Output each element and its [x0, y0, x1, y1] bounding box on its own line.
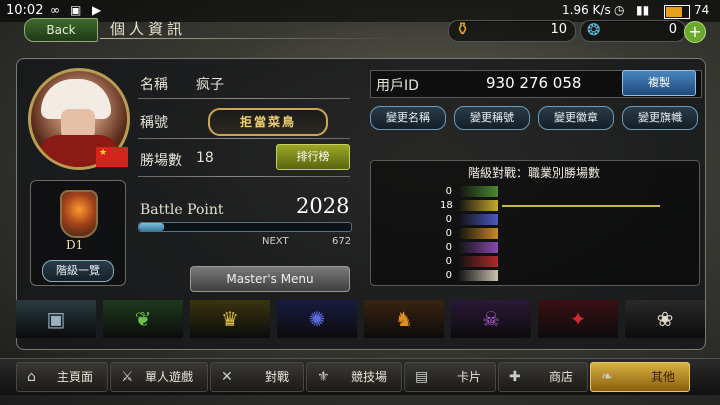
user-id-label: 用戶ID: [376, 78, 419, 94]
skull-icon[interactable]: ☠: [451, 300, 531, 338]
change-title-button[interactable]: 變更稱號: [454, 106, 530, 130]
page-title: 個人資訊: [110, 20, 187, 38]
nav-icon: ⚜: [317, 369, 330, 385]
gold-counter: ⚱ 10: [448, 19, 576, 42]
nav-item[interactable]: ✚ 商店: [498, 362, 588, 392]
alarm-icon: ◷: [614, 3, 625, 17]
back-button[interactable]: Back: [24, 18, 98, 42]
class-icon: [458, 228, 498, 239]
ladder-count: 0: [445, 270, 452, 281]
ladder-title: 階級對戰：職業別勝場數: [467, 166, 600, 180]
nav-label: 單人遊戲: [144, 370, 193, 384]
card-icon[interactable]: ▣: [16, 300, 96, 338]
battery-icon: [664, 5, 690, 19]
bp-label: Battle Point: [140, 202, 224, 218]
masters-menu-button[interactable]: Master's Menu: [190, 266, 350, 292]
status-time: 10:02: [6, 3, 44, 18]
leaf-icon[interactable]: ❦: [103, 300, 183, 338]
nav-label: 其他: [650, 370, 675, 384]
bp-progress-bar: [138, 222, 352, 232]
player-name: 疯子: [196, 77, 224, 93]
grade-list-button[interactable]: 階級一覽: [42, 260, 114, 282]
ladder-row: 0: [440, 270, 696, 282]
bat-icon[interactable]: ✦: [538, 300, 618, 338]
ladder-count: 0: [445, 214, 452, 225]
nav-label: 競技場: [350, 370, 387, 384]
nav-item[interactable]: ⌂ 主頁面: [16, 362, 108, 392]
ladder-row: 0: [440, 242, 696, 254]
change-badge-button[interactable]: 變更徽章: [538, 106, 614, 130]
crystal-value: 0: [668, 22, 677, 37]
class-icon: [458, 242, 498, 253]
add-crystal-button[interactable]: +: [684, 21, 706, 43]
wins-label: 勝場數: [140, 153, 182, 169]
ladder-row: 0: [440, 228, 696, 240]
dragon-icon[interactable]: ♞: [364, 300, 444, 338]
name-label: 名稱: [140, 77, 168, 93]
bp-value: 2028: [296, 194, 350, 218]
nav-item[interactable]: ⚔ 單人遊戲: [110, 362, 208, 392]
leaderboard-button[interactable]: 排行榜: [276, 144, 350, 170]
sync-icon: ∞: [50, 3, 60, 17]
play-icon: ▶: [92, 3, 102, 17]
country-flag[interactable]: ★: [96, 147, 128, 167]
copy-button[interactable]: 複製: [622, 70, 696, 96]
class-icon: [458, 214, 498, 225]
grade-emblem-icon: [60, 190, 98, 238]
nav-item[interactable]: ▤ 卡片: [404, 362, 496, 392]
ladder-bar: [502, 205, 661, 207]
nav-label: 對戰: [264, 370, 289, 384]
nav-icon: ⌂: [27, 369, 36, 385]
nav-icon: ⚔: [121, 369, 134, 385]
ladder-row: 0: [440, 214, 696, 226]
ladder-count: 18: [440, 200, 453, 211]
nav-icon: ❧: [601, 369, 613, 385]
star-emblem-icon[interactable]: ✺: [277, 300, 357, 338]
nav-label: 卡片: [456, 370, 481, 384]
nav-item[interactable]: ❧ 其他: [590, 362, 690, 392]
ladder-row: 0: [440, 186, 696, 198]
nav-label: 商店: [548, 370, 573, 384]
class-icon: [458, 200, 498, 211]
title-label: 稱號: [140, 115, 168, 131]
ladder-row: 0: [440, 256, 696, 268]
ladder-count: 0: [445, 242, 452, 253]
nav-item[interactable]: ✕ 對戰: [210, 362, 304, 392]
class-icon: [458, 256, 498, 267]
wins-value: 18: [196, 150, 214, 166]
image-icon: ▣: [70, 3, 82, 17]
ladder-count: 0: [445, 186, 452, 197]
class-icon: [458, 270, 498, 281]
next-value: 672: [332, 236, 352, 247]
battery-level: 74: [694, 3, 710, 17]
title-badge: 拒當菜鳥: [208, 108, 328, 136]
change-name-button[interactable]: 變更名稱: [370, 106, 446, 130]
crown-icon[interactable]: ♛: [190, 300, 270, 338]
change-flag-button[interactable]: 變更旗幟: [622, 106, 698, 130]
nav-icon: ▤: [415, 369, 429, 385]
network-speed: 1.96 K/s: [562, 3, 611, 17]
crystal-counter: ❂ 0: [580, 20, 686, 42]
nav-icon: ✚: [509, 369, 521, 385]
nav-icon: ✕: [221, 369, 233, 385]
ladder-count: 0: [445, 256, 452, 267]
nav-item[interactable]: ⚜ 競技場: [306, 362, 402, 392]
nav-label: 主頁面: [56, 370, 93, 384]
gold-value: 10: [550, 22, 567, 37]
class-icon: [458, 186, 498, 197]
title-divider: [100, 38, 400, 39]
user-id-value: 930 276 058: [486, 74, 582, 92]
ladder-row: 18: [440, 200, 696, 212]
ladder-count: 0: [445, 228, 452, 239]
grade-code: D1: [66, 238, 84, 252]
next-label: NEXT: [262, 236, 289, 247]
crystal-icon: ❂: [587, 20, 601, 39]
wings-icon[interactable]: ❀: [625, 300, 705, 338]
signal-icon: ▮▮: [636, 3, 650, 17]
status-bar: 10:02 ∞ ▣ ▶ 1.96 K/s ◷ ▮▮ 74: [0, 0, 720, 22]
gold-icon: ⚱: [455, 19, 471, 40]
